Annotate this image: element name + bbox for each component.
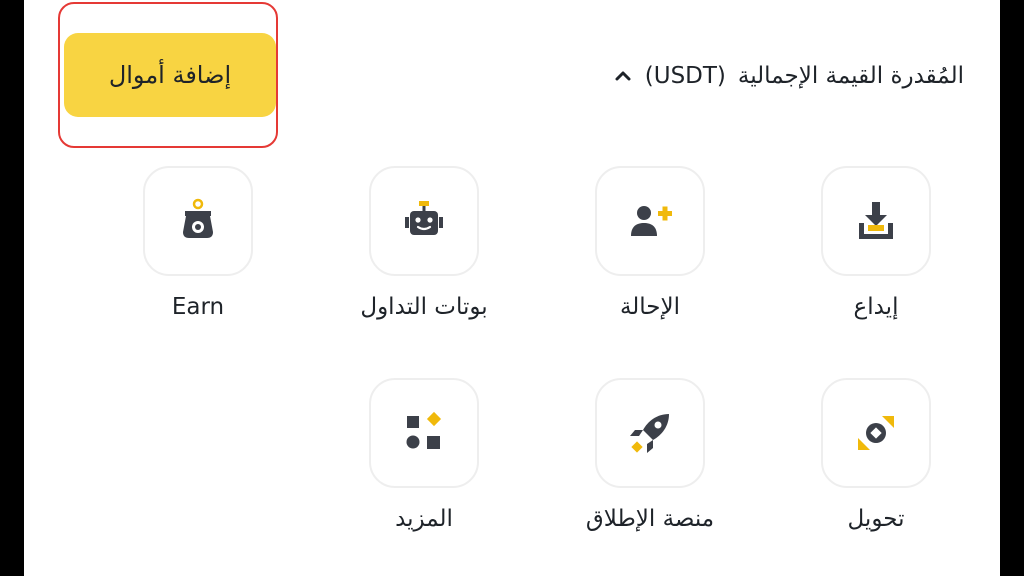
add-user-icon — [631, 206, 672, 236]
balance-currency: (USDT) — [644, 63, 726, 89]
balance-label: المُقدرة القيمة الإجمالية — [737, 63, 964, 89]
launchpad-tile[interactable] — [595, 378, 705, 488]
referral-tile[interactable] — [595, 166, 705, 276]
robot-icon — [405, 201, 443, 235]
wallet-overview-panel: إضافة أموال (USDT) المُقدرة القيمة الإجم… — [24, 0, 1000, 576]
convert-tile[interactable] — [821, 378, 931, 488]
deposit-label: إيداع — [853, 294, 899, 320]
more-label: المزيد — [395, 506, 453, 532]
trading-bots-label: بوتات التداول — [360, 294, 488, 320]
deposit-tile[interactable] — [821, 166, 931, 276]
chevron-up-icon[interactable] — [613, 66, 633, 86]
earn-tile[interactable] — [143, 166, 253, 276]
trading-bots-tile[interactable] — [369, 166, 479, 276]
coin-swap-icon — [858, 416, 894, 450]
earn-action[interactable]: Earn — [108, 166, 288, 356]
coin-pot-icon — [183, 198, 213, 238]
rocket-icon — [630, 414, 669, 453]
referral-label: الإحالة — [619, 294, 681, 320]
launchpad-action[interactable]: منصة الإطلاق — [560, 378, 740, 568]
trading-bots-action[interactable]: بوتات التداول — [334, 166, 514, 356]
estimated-balance-header[interactable]: (USDT) المُقدرة القيمة الإجمالية — [613, 56, 964, 96]
more-tile[interactable] — [369, 378, 479, 488]
launchpad-label: منصة الإطلاق — [585, 506, 715, 532]
download-tray-icon — [859, 202, 893, 239]
add-funds-button[interactable]: إضافة أموال — [64, 33, 276, 117]
earn-label: Earn — [171, 294, 225, 320]
referral-action[interactable]: الإحالة — [560, 166, 740, 356]
deposit-action[interactable]: إيداع — [786, 166, 966, 356]
convert-label: تحويل — [847, 506, 905, 532]
shapes-grid-icon — [406, 411, 442, 449]
more-action[interactable]: المزيد — [334, 378, 514, 568]
convert-action[interactable]: تحويل — [786, 378, 966, 568]
